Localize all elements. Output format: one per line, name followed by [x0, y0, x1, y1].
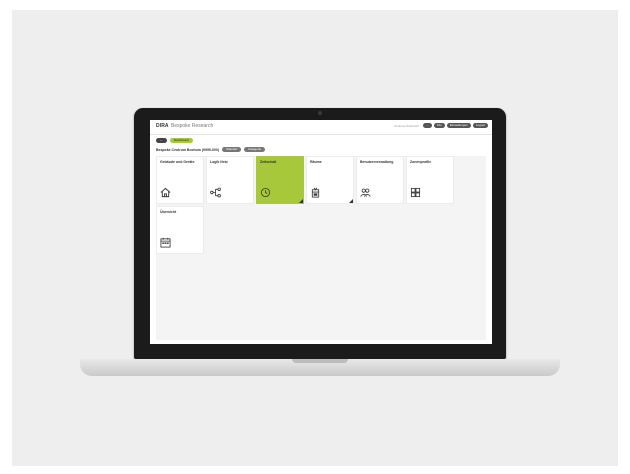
tile-zone-profiles[interactable]: Zonenprofile: [406, 156, 454, 204]
app-screen: DIRA Bespoke Research Andreas Zucknicki …: [150, 120, 492, 344]
laptop-base: [80, 359, 560, 376]
users-icon: [360, 188, 371, 197]
toolbar: ← Dashboard: [156, 138, 193, 143]
tile-label: Gebäude und Geräte: [160, 160, 195, 164]
settings-button[interactable]: Einstellungen: [446, 123, 471, 128]
filter-chip-location[interactable]: Standort: [222, 147, 242, 152]
back-button[interactable]: ←: [156, 138, 167, 143]
info-button[interactable]: Info: [433, 123, 445, 128]
tile-buildings[interactable]: Gebäude und Geräte: [156, 156, 204, 204]
tile-rooms[interactable]: Räume: [306, 156, 354, 204]
tile-logic-network[interactable]: Logik Netz: [206, 156, 254, 204]
tile-label: Übersicht: [160, 210, 177, 214]
corner-marker: [299, 199, 303, 203]
tile-schedule[interactable]: Zeitschalt: [256, 156, 304, 204]
tile-label: Benutzerverwaltung: [360, 160, 394, 164]
webcam: [318, 111, 322, 115]
user-name: Andreas Zucknicki: [394, 123, 419, 128]
app-logo[interactable]: DIRA: [156, 123, 169, 129]
calendar-icon: [160, 237, 171, 248]
tile-label: Logik Netz: [210, 160, 228, 164]
tile-overview[interactable]: Übersicht: [156, 206, 204, 254]
logout-button[interactable]: Logout: [472, 123, 488, 128]
profiles-icon: [410, 187, 421, 198]
tile-grid: Gebäude und Geräte Logik Netz Zeitschalt…: [156, 156, 454, 254]
laptop-screen-frame: DIRA Bespoke Research Andreas Zucknicki …: [134, 108, 506, 359]
door-icon: [311, 187, 320, 198]
tile-user-management[interactable]: Benutzerverwaltung: [356, 156, 404, 204]
tile-label: Zonenprofile: [410, 160, 432, 164]
network-icon: [210, 187, 221, 198]
dashboard-content: Gebäude und Geräte Logik Netz Zeitschalt…: [156, 156, 486, 340]
app-name: Bespoke Research: [171, 123, 214, 129]
tile-label: Zeitschalt: [260, 160, 277, 164]
filter-bar: Bespoke Centrum Bochum (9999-000) Stando…: [156, 147, 266, 152]
tile-label: Räume: [310, 160, 322, 164]
laptop-notch: [292, 359, 348, 363]
house-icon: [160, 187, 171, 198]
location-title: Bespoke Centrum Bochum (9999-000): [156, 147, 220, 152]
filter-chip-category[interactable]: Kategorie: [244, 147, 266, 152]
dashboard-tab[interactable]: Dashboard: [170, 138, 193, 143]
menu-button[interactable]: ···: [422, 123, 432, 128]
header-actions: Andreas Zucknicki ··· Info Einstellungen…: [394, 123, 488, 128]
app-header: DIRA Bespoke Research Andreas Zucknicki …: [150, 120, 492, 135]
corner-marker: [349, 199, 353, 203]
clock-icon: [260, 187, 271, 198]
